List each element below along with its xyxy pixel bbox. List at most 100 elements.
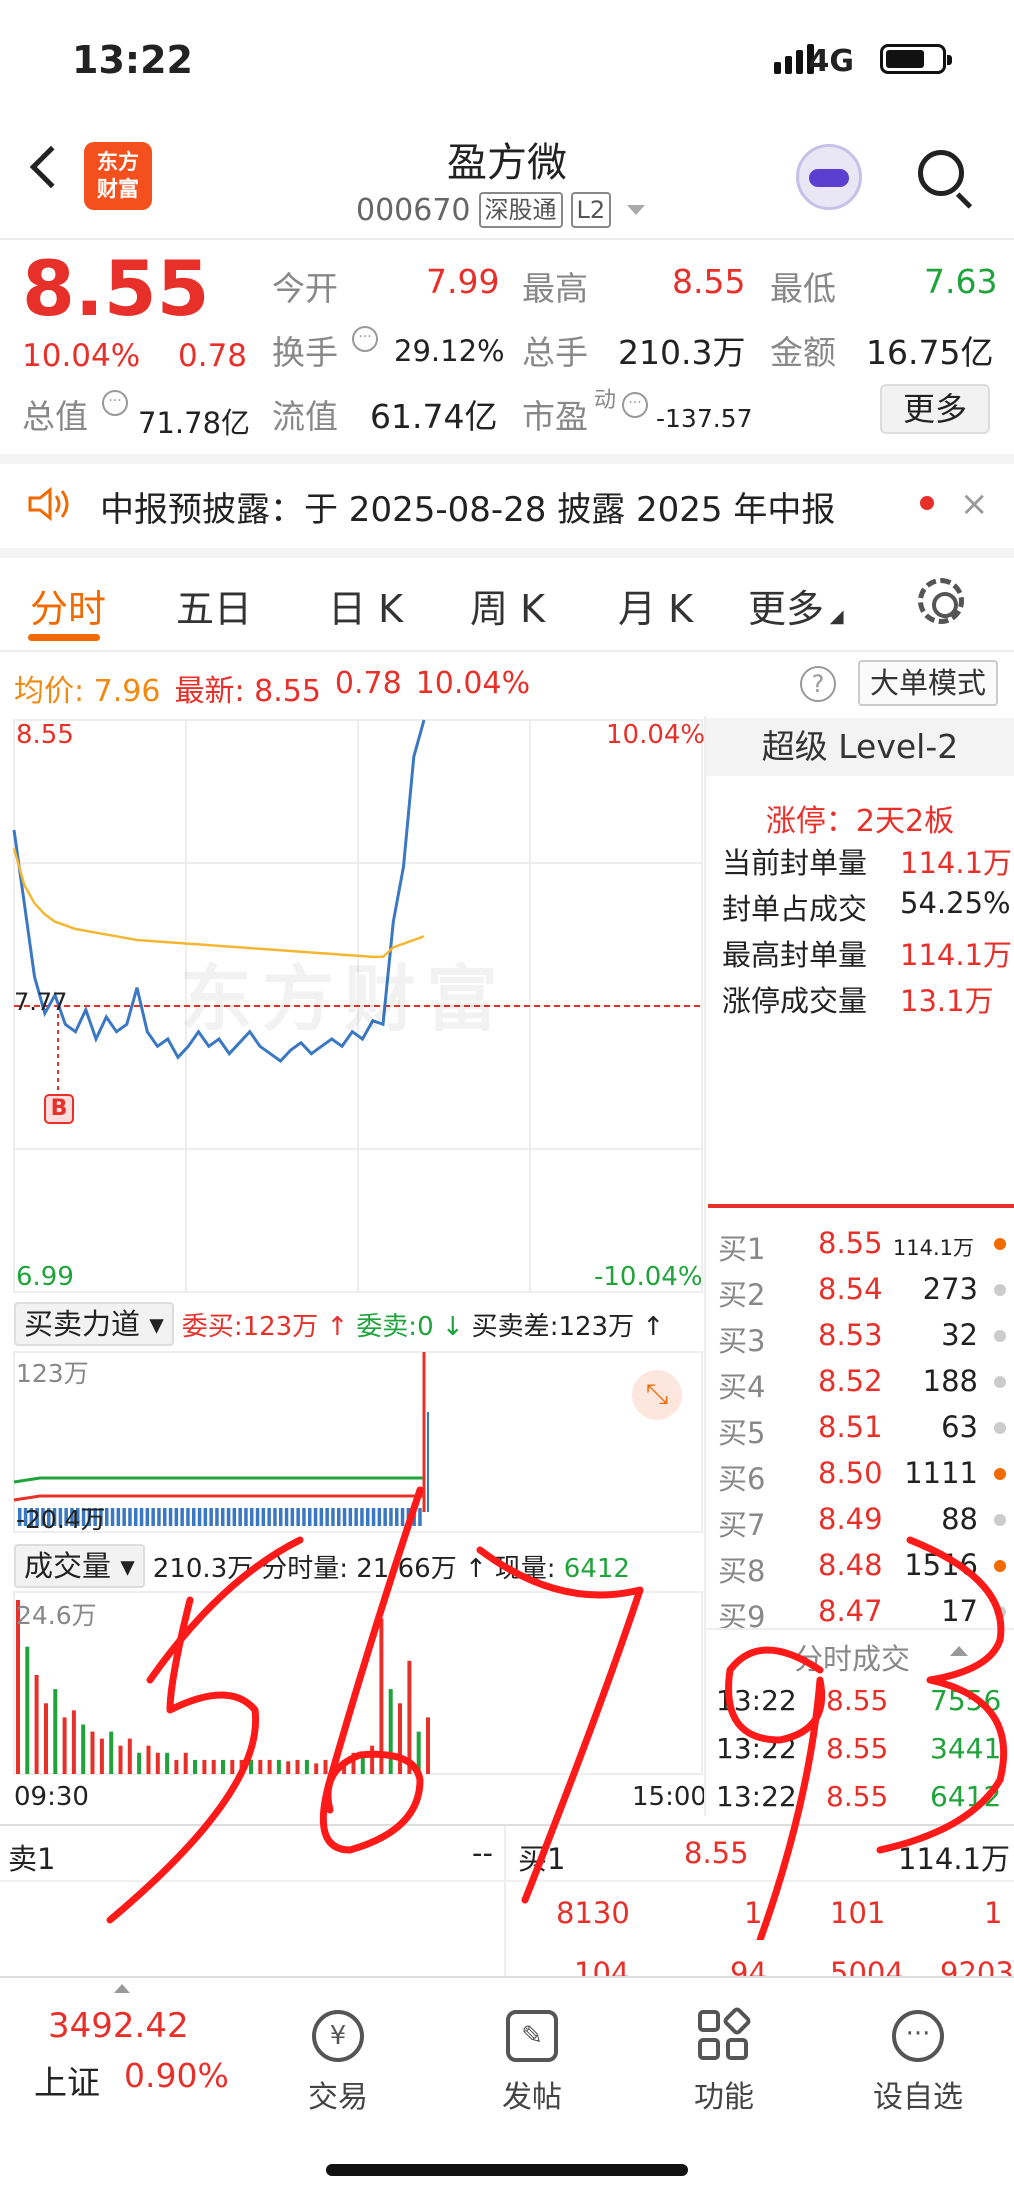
- tab-monthly-k[interactable]: 月 K: [618, 578, 693, 633]
- orderbook-price: 8.54: [818, 1272, 883, 1306]
- big-order-mode-button[interactable]: 大单模式: [858, 660, 998, 706]
- level2-value: 54.25%: [900, 886, 1011, 920]
- orderbook-qty: 32: [941, 1318, 978, 1352]
- open-label: 今开: [272, 269, 338, 308]
- index-name[interactable]: 上证: [34, 2056, 100, 2104]
- amount-label: 金额: [770, 333, 836, 372]
- trade-icon: ¥: [312, 2010, 364, 2062]
- entrust-sell: 委卖:0 ↓: [356, 1311, 464, 1342]
- battery-icon: [880, 44, 952, 74]
- orderbook-top-rule: [708, 1204, 1014, 1208]
- orderbook-label: 买3: [718, 1324, 766, 1358]
- high-label: 最高: [522, 269, 588, 308]
- current-price: 8.55: [22, 244, 210, 333]
- unread-dot: [920, 496, 934, 510]
- stock-code-row[interactable]: 000670 深股通 L2: [356, 192, 646, 228]
- pe-value: -137.57: [656, 404, 753, 433]
- avg-label: 均价: 7.96: [14, 674, 161, 709]
- high-value: 8.55: [672, 262, 746, 301]
- buy-marker[interactable]: B: [44, 1094, 74, 1124]
- stock-code: 000670: [356, 192, 471, 228]
- network-type: 4G: [808, 44, 855, 79]
- volume-value: 210.3万: [618, 333, 746, 372]
- force-selector[interactable]: 买卖力道 ▾: [14, 1302, 174, 1346]
- level2-title[interactable]: 超级 Level-2: [706, 718, 1014, 776]
- orderbook-price: 8.55: [818, 1226, 883, 1260]
- tab-daily-k[interactable]: 日 K: [328, 578, 403, 633]
- section-gap: [0, 548, 1014, 558]
- pe-label: 市盈: [522, 397, 588, 436]
- level2-label: 当前封单量: [722, 846, 868, 880]
- more-dots-icon: ···: [892, 2010, 944, 2062]
- force-header: 买卖力道 ▾ 委买:123万 ↑ 委卖:0 ↓ 买卖差:123万 ↑: [14, 1302, 664, 1346]
- index-pct[interactable]: 0.90%: [124, 2056, 229, 2095]
- turnover-value: 29.12%: [394, 334, 505, 368]
- status-dot: [994, 1284, 1006, 1296]
- mcap-label: 总值: [22, 397, 88, 436]
- volume-label: 总手: [522, 333, 588, 372]
- bid-ask-diff: 买卖差:123万 ↑: [471, 1311, 665, 1342]
- turnover-label: 换手: [272, 333, 338, 372]
- more-button[interactable]: 更多: [880, 384, 990, 434]
- low-value: 7.63: [924, 262, 998, 301]
- latest-label: 最新: 8.55: [174, 674, 321, 709]
- nav-post[interactable]: ✎ 发帖: [472, 2010, 592, 2116]
- mcap-value: 71.78亿: [138, 406, 251, 440]
- pct-top-label: 10.04%: [606, 720, 706, 750]
- chevron-up-icon: [114, 1984, 130, 1993]
- nav-trade[interactable]: ¥ 交易: [278, 2010, 398, 2116]
- change-amt: 0.78: [178, 338, 248, 374]
- latest-pct: 10.04%: [415, 666, 531, 701]
- gear-icon[interactable]: [918, 578, 964, 624]
- level2-label: 封单占成交: [722, 892, 868, 926]
- handwriting-overlay: [106, 1486, 1008, 1940]
- level2-label: 最高封单量: [722, 938, 868, 972]
- close-icon[interactable]: ×: [960, 484, 989, 524]
- notice-text[interactable]: 中报预披露：于 2025-08-28 披露 2025 年中报: [100, 482, 835, 531]
- status-dot: [994, 1330, 1006, 1342]
- y-mid-label: 7.77: [14, 988, 68, 1016]
- pe-sup: 动: [594, 388, 617, 413]
- limit-up-info: 涨停：2天2板: [765, 804, 955, 839]
- info-dots-icon[interactable]: ···: [102, 390, 128, 416]
- grid-icon: [698, 2005, 753, 2062]
- nav-functions[interactable]: 功能: [664, 2005, 784, 2116]
- status-time: 13:22: [72, 38, 193, 82]
- orderbook-label: 买2: [718, 1278, 766, 1312]
- status-dot: [994, 1238, 1006, 1250]
- level2-value: 114.1万: [900, 938, 1013, 972]
- info-dots-icon[interactable]: ···: [622, 392, 648, 418]
- section-gap: [0, 454, 1014, 464]
- y-bottom-label: 6.99: [16, 1262, 74, 1292]
- edit-icon: ✎: [506, 2010, 558, 2062]
- home-indicator[interactable]: [326, 2164, 688, 2176]
- speaker-icon: [28, 486, 69, 522]
- orderbook-price: 8.53: [818, 1318, 883, 1352]
- level2-value: 13.1万: [900, 984, 994, 1018]
- orderbook-qty: 114.1万: [892, 1236, 974, 1260]
- chevron-down-icon: [627, 205, 646, 215]
- tab-weekly-k[interactable]: 周 K: [470, 578, 545, 633]
- change-pct: 10.04%: [22, 338, 141, 374]
- tab-underline: [28, 634, 100, 641]
- latest-change: 0.78: [334, 666, 402, 701]
- assistant-robot-icon[interactable]: [796, 144, 862, 210]
- tab-five-day[interactable]: 五日: [176, 578, 252, 633]
- search-icon[interactable]: [918, 150, 964, 196]
- index-value[interactable]: 3492.42: [48, 2006, 189, 2046]
- y-top-label: 8.55: [16, 720, 74, 750]
- open-value: 7.99: [426, 262, 500, 301]
- pct-bottom-label: -10.04%: [594, 1262, 703, 1292]
- tab-intraday[interactable]: 分时: [30, 578, 106, 633]
- help-icon[interactable]: ?: [800, 666, 836, 702]
- level2-label: 涨停成交量: [722, 984, 868, 1018]
- chart-info-row: 均价: 7.96 最新: 8.55 0.78 10.04%: [14, 666, 530, 710]
- divider: [0, 650, 1014, 652]
- nav-watchlist[interactable]: ··· 设自选: [858, 2010, 978, 2116]
- watermark-logo: 东方财富: [180, 957, 509, 1041]
- tab-more[interactable]: 更多 ◢: [748, 578, 844, 633]
- level2-value: 114.1万: [900, 846, 1013, 880]
- float-value: 61.74亿: [370, 397, 498, 436]
- amount-value: 16.75亿: [866, 333, 994, 372]
- info-dots-icon[interactable]: ···: [352, 326, 378, 352]
